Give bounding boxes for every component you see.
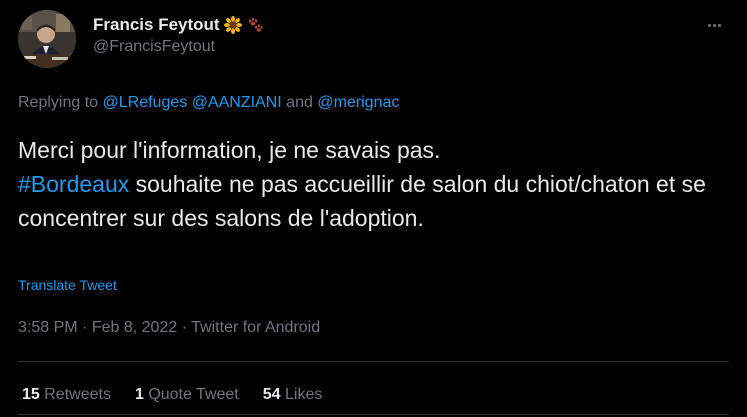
tweet-text-start: Merci pour l'information, je ne savais p… bbox=[18, 137, 441, 163]
tweet-text: Merci pour l'information, je ne savais p… bbox=[18, 133, 718, 235]
display-name-row: Francis Feytout bbox=[93, 14, 264, 36]
likes-label: Likes bbox=[285, 386, 323, 403]
meta-separator: · bbox=[181, 319, 188, 336]
quote-tweets-label: Quote Tweet bbox=[148, 386, 239, 403]
likes-stat[interactable]: 54 Likes bbox=[263, 386, 323, 404]
retweets-count: 15 bbox=[22, 386, 40, 403]
avatar[interactable] bbox=[18, 10, 76, 68]
meta-separator: · bbox=[82, 319, 88, 336]
mention-aanziani[interactable]: @AANZIANI bbox=[192, 94, 282, 111]
quote-tweets-stat[interactable]: 1 Quote Tweet bbox=[135, 386, 239, 404]
sunflower-icon bbox=[223, 16, 242, 34]
more-dot bbox=[707, 23, 711, 27]
tweet-meta: 3:58 PM · Feb 8, 2022 · Twitter for Andr… bbox=[18, 319, 320, 337]
handle[interactable]: @FrancisFeytout bbox=[93, 38, 264, 56]
paw-prints-icon bbox=[246, 16, 264, 34]
divider bbox=[18, 414, 729, 415]
likes-count: 54 bbox=[262, 386, 281, 403]
translate-tweet-link[interactable]: Translate Tweet bbox=[18, 277, 117, 293]
replying-conjunction: and bbox=[286, 94, 313, 111]
tweet-source[interactable]: Twitter for Android bbox=[191, 319, 320, 336]
mention-lrefuges[interactable]: @LRefuges bbox=[103, 94, 188, 111]
retweets-stat[interactable]: 15 Retweets bbox=[22, 386, 111, 404]
replying-to: Replying to @LRefuges @AANZIANI and @mer… bbox=[18, 94, 399, 112]
more-dot bbox=[717, 23, 721, 27]
tweet-date[interactable]: Feb 8, 2022 bbox=[92, 319, 177, 336]
more-dot bbox=[712, 23, 716, 27]
display-name[interactable]: Francis Feytout bbox=[93, 15, 220, 35]
hashtag-bordeaux[interactable]: #Bordeaux bbox=[18, 171, 129, 197]
author-block: Francis Feytout @FrancisFeytout bbox=[93, 14, 264, 56]
divider bbox=[18, 361, 729, 362]
more-options-button[interactable] bbox=[703, 14, 725, 36]
tweet-stats: 15 Retweets 1 Quote Tweet 54 Likes bbox=[22, 386, 322, 404]
mention-merignac[interactable]: @merignac bbox=[317, 94, 399, 111]
retweets-label: Retweets bbox=[44, 386, 111, 403]
quote-tweets-count: 1 bbox=[134, 386, 144, 403]
tweet-time[interactable]: 3:58 PM bbox=[18, 319, 78, 336]
replying-prefix: Replying to bbox=[18, 94, 99, 111]
